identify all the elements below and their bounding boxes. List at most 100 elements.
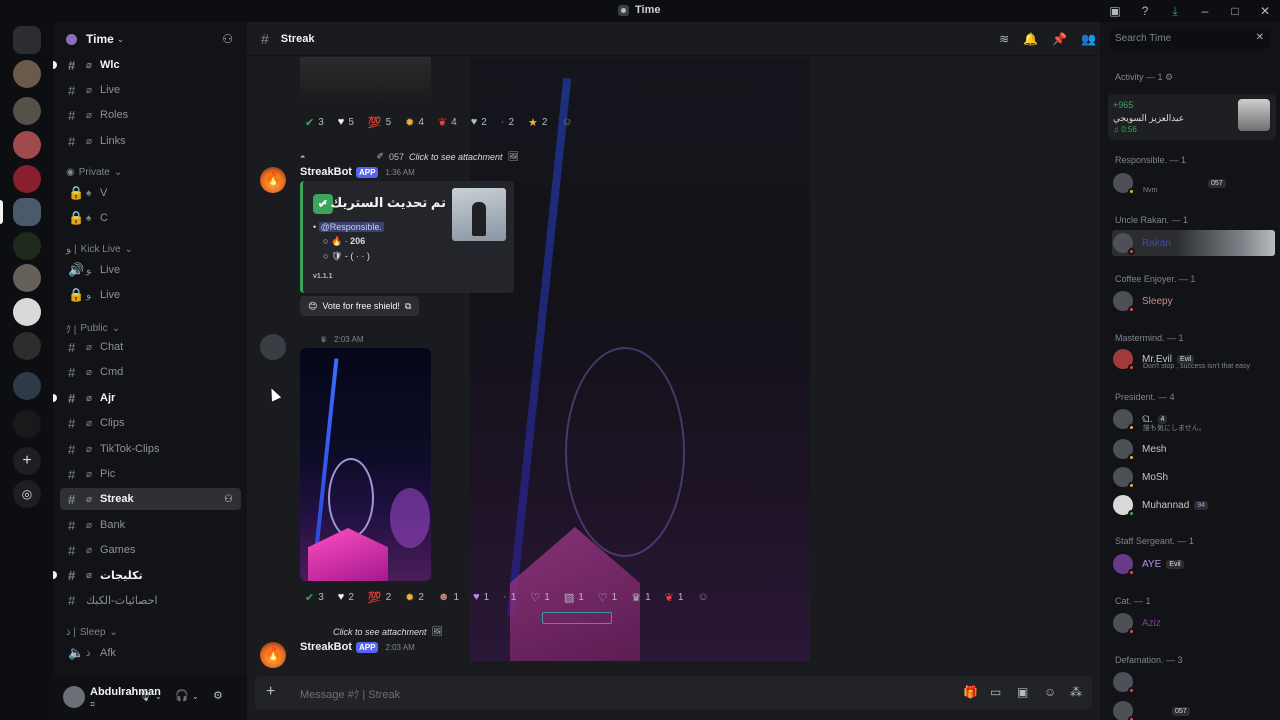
reaction-outline-heart[interactable]: ♡ 1 bbox=[593, 588, 622, 606]
attachment-image[interactable] bbox=[300, 57, 431, 107]
reaction-dots[interactable]: · 2 bbox=[496, 113, 519, 131]
server-icon[interactable] bbox=[13, 264, 41, 292]
channel-kick-live-1[interactable]: 🔊 ﻮ Live bbox=[60, 259, 241, 281]
server-icon-time[interactable] bbox=[13, 198, 41, 226]
embed-thumbnail[interactable] bbox=[452, 188, 506, 241]
channel-roles[interactable]: # ⌀ Roles bbox=[60, 104, 241, 126]
inbox-icon[interactable]: ▣ bbox=[1100, 4, 1130, 18]
member-item[interactable]: Muhannad 94 bbox=[1113, 492, 1273, 518]
server-icon[interactable] bbox=[13, 372, 41, 400]
channel-afk[interactable]: 🔈 ﺫ Afk bbox=[60, 642, 241, 664]
channel-games[interactable]: # ⌀ Games bbox=[60, 539, 241, 561]
server-icon[interactable] bbox=[13, 165, 41, 193]
minimize-button[interactable]: – bbox=[1190, 4, 1220, 18]
add-attachment-icon[interactable]: + bbox=[266, 683, 275, 701]
reaction-sun[interactable]: ✹ 2 bbox=[400, 588, 429, 606]
server-icon[interactable] bbox=[13, 60, 41, 88]
server-icon[interactable] bbox=[13, 298, 41, 326]
channel-cmd[interactable]: # ⌀ Cmd bbox=[60, 361, 241, 383]
home-button[interactable] bbox=[13, 26, 41, 54]
reaction-dots[interactable]: · 1 bbox=[498, 588, 521, 606]
emoji-icon[interactable]: ☺ bbox=[1044, 685, 1056, 699]
search-input[interactable]: Search Time ✕ bbox=[1110, 29, 1270, 49]
category-kick-live[interactable]: ﻮ | Kick Live ⌄ bbox=[66, 244, 133, 255]
member-item[interactable]: Sleepy bbox=[1113, 288, 1273, 314]
server-icon[interactable] bbox=[13, 97, 41, 125]
avatar[interactable] bbox=[260, 334, 286, 360]
reaction-face[interactable]: ☻ 1 bbox=[433, 588, 464, 606]
member-item[interactable]: Mesh bbox=[1113, 436, 1273, 462]
channel-chat[interactable]: # ⌀ Chat bbox=[60, 336, 241, 358]
add-member-icon[interactable]: ⚇ bbox=[224, 494, 233, 505]
channel-bank[interactable]: # ⌀ Bank bbox=[60, 514, 241, 536]
channel-live[interactable]: # ⌀ Live bbox=[60, 79, 241, 101]
reaction-crown[interactable]: ♛ 1 bbox=[626, 588, 655, 606]
chevron-down-icon[interactable]: ⌄ bbox=[155, 692, 162, 701]
close-icon[interactable]: ✕ bbox=[1256, 32, 1264, 43]
gear-icon[interactable]: ⚙ bbox=[1165, 72, 1173, 82]
channel-takleejat[interactable]: # ⌀ تكليجات bbox=[60, 564, 241, 586]
pin-icon[interactable]: 📌 bbox=[1052, 32, 1067, 46]
member-item[interactable]: AYE Evil bbox=[1113, 551, 1273, 577]
category-private[interactable]: ◉ Private ⌄ bbox=[66, 167, 122, 178]
help-icon[interactable]: ? bbox=[1130, 4, 1160, 18]
discover-icon[interactable]: ◎ bbox=[13, 480, 41, 508]
member-item[interactable]: ଘ. 4 誰も気にしません。 bbox=[1113, 406, 1273, 432]
add-server-icon[interactable]: + bbox=[13, 447, 41, 475]
server-icon[interactable] bbox=[13, 131, 41, 159]
add-reaction-icon[interactable]: ☺ bbox=[692, 588, 713, 606]
channel-tiktok-clips[interactable]: # ⌀ TikTok-Clips bbox=[60, 438, 241, 460]
member-item[interactable]: MoSh bbox=[1113, 464, 1273, 490]
reaction-sun[interactable]: ✹ 4 bbox=[400, 113, 429, 131]
reaction-check[interactable]: ✔ 3 bbox=[300, 113, 329, 131]
microphone-icon[interactable]: 🎙 bbox=[138, 689, 152, 702]
server-icon[interactable] bbox=[13, 232, 41, 260]
invite-people-icon[interactable]: ⚇ bbox=[222, 32, 233, 46]
channel-pic[interactable]: # ⌀ Pic bbox=[60, 463, 241, 485]
channel-links[interactable]: # ⌀ Links bbox=[60, 130, 241, 152]
category-public[interactable]: ｸ | Public ⌄ bbox=[66, 321, 120, 336]
gif-icon[interactable]: ▭ bbox=[990, 685, 1001, 699]
reaction-rose[interactable]: ❦ 4 bbox=[433, 113, 462, 131]
bell-icon[interactable]: 🔔 bbox=[1023, 32, 1038, 46]
member-item[interactable]: 057 bbox=[1113, 698, 1273, 720]
reaction-100[interactable]: 💯 5 bbox=[363, 113, 396, 131]
reply-preview[interactable]: ◓ ✐ 057 Click to see attachment 🖼 bbox=[300, 151, 519, 162]
category-sleep[interactable]: ﺫ | Sleep ⌄ bbox=[66, 627, 118, 638]
reaction-heart[interactable]: ♥ 5 bbox=[333, 113, 359, 131]
channel-streak[interactable]: # ⌀ Streak ⚇ bbox=[60, 488, 241, 510]
channel-clips[interactable]: # ⌀ Clips bbox=[60, 412, 241, 434]
gift-icon[interactable]: 🎁 bbox=[963, 685, 978, 699]
reaction-outline-heart[interactable]: ♡ 1 bbox=[525, 588, 554, 606]
member-item[interactable] bbox=[1113, 669, 1273, 695]
channel-c[interactable]: 🔒 ♠ C bbox=[60, 207, 241, 229]
vote-button[interactable]: 😊 Vote for free shield! ⧉ bbox=[300, 296, 420, 316]
close-button[interactable]: ✕ bbox=[1250, 4, 1280, 18]
reaction-star[interactable]: ★ 2 bbox=[523, 113, 552, 131]
gear-icon[interactable]: ⚙ bbox=[213, 689, 223, 702]
add-reaction-icon[interactable]: ☺ bbox=[556, 113, 577, 131]
member-item[interactable]: Rakan bbox=[1113, 230, 1273, 256]
apps-icon[interactable]: ⁂ bbox=[1070, 685, 1082, 699]
avatar[interactable] bbox=[63, 686, 85, 708]
channel-ajr[interactable]: # ⌀ Ajr bbox=[60, 387, 241, 409]
guild-header[interactable]: Time ⌄ ⚇ bbox=[54, 22, 247, 56]
member-item[interactable]: 057 Nvm bbox=[1113, 170, 1273, 196]
reaction-heart[interactable]: ♥ 2 bbox=[333, 588, 359, 606]
member-list-icon[interactable]: 👥 bbox=[1081, 32, 1096, 46]
chevron-down-icon[interactable]: ⌄ bbox=[192, 692, 199, 701]
reaction-image[interactable]: ▨ 1 bbox=[559, 588, 589, 606]
download-icon[interactable]: ⤓ bbox=[1160, 4, 1190, 19]
channel-wlc[interactable]: # ⌀ Wlc bbox=[60, 54, 241, 76]
threads-icon[interactable]: ≋ bbox=[999, 32, 1009, 46]
attachment-image[interactable] bbox=[300, 348, 431, 581]
channel-stats[interactable]: # احصائيات-الكبك bbox=[60, 589, 241, 611]
headphones-icon[interactable]: 🎧 bbox=[175, 689, 189, 702]
member-item[interactable]: Aziz bbox=[1113, 610, 1273, 636]
channel-v[interactable]: 🔒 ♠ V bbox=[60, 182, 241, 204]
channel-kick-live-2[interactable]: 🔒 ﻮ Live bbox=[60, 284, 241, 306]
server-icon[interactable] bbox=[13, 332, 41, 360]
activity-card[interactable]: +965 عبدالعزيز السويجي ♫ 0:56 bbox=[1108, 94, 1276, 140]
reaction-100[interactable]: 💯 2 bbox=[363, 588, 396, 606]
reaction-purple-heart[interactable]: ♥ 1 bbox=[468, 588, 494, 606]
